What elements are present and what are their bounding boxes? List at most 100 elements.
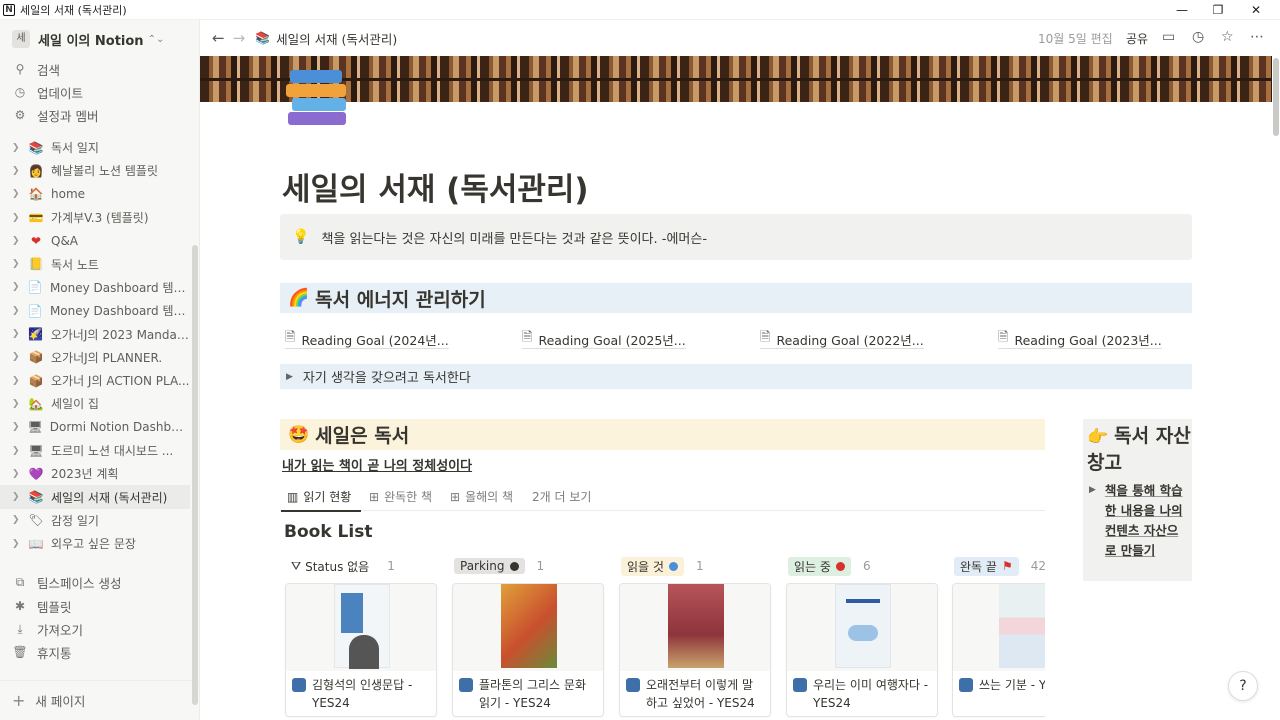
sidebar-page[interactable]: ❯ 📒 독서 노트 <box>0 252 190 275</box>
book-cover <box>453 584 603 671</box>
reading-heading[interactable]: 🤩 세일은 독서 <box>280 419 1045 450</box>
chevron-right-icon[interactable]: ❯ <box>12 492 22 502</box>
share-button[interactable]: 공유 <box>1126 30 1148 47</box>
sidebar-page[interactable]: ❯ 🏠 home <box>0 183 190 206</box>
minimize-button[interactable]: — <box>1164 0 1200 20</box>
sidebar-page[interactable]: ❯ 📄 Money Dashboard 템플... <box>0 276 190 299</box>
more-icon[interactable]: ⋯ <box>1250 29 1264 45</box>
chevron-right-icon[interactable]: ❯ <box>12 376 22 386</box>
sidebar-updates[interactable]: ◷ 업데이트 <box>12 81 83 103</box>
side-heading[interactable]: 👉 독서 자산창고 <box>1087 423 1192 476</box>
workspace-switcher[interactable]: 세 세일 이의 Notion ⌃⌄ <box>12 28 164 50</box>
star-icon[interactable]: ☆ <box>1221 29 1234 45</box>
toggle-triangle-icon[interactable]: ▶ <box>1089 485 1096 561</box>
sidebar-page-label: home <box>51 187 86 202</box>
page-books-icon[interactable] <box>286 68 348 130</box>
page-title[interactable]: 세일의 서재 (독서관리) <box>282 164 589 209</box>
goal-link[interactable]: 🗎 Reading Goal (2025년... <box>522 330 686 349</box>
chevron-right-icon[interactable]: ❯ <box>12 446 22 456</box>
help-button[interactable]: ? <box>1228 671 1258 701</box>
sidebar-page[interactable]: ❯ 📄 Money Dashboard 템플... <box>0 299 190 322</box>
history-icon[interactable]: ◷ <box>1192 29 1204 45</box>
breadcrumb[interactable]: 세일의 서재 (독서관리) <box>276 29 397 48</box>
tab-more-views[interactable]: 2개 더 보기 <box>532 488 591 505</box>
sidebar-page-active[interactable]: ❯ 📚 세일의 서재 (독서관리) <box>0 485 190 509</box>
chevron-right-icon[interactable]: ❯ <box>12 282 22 292</box>
book-card[interactable]: 쓰는 기분 - YES24 <box>952 583 1045 717</box>
sidebar-divider <box>0 680 200 681</box>
sidebar-create-teamspace[interactable]: ⧉ 팀스페이스 생성 <box>12 571 122 593</box>
sidebar-trash[interactable]: 🗑 휴지통 <box>12 641 71 663</box>
sidebar-page[interactable]: ❯ 🏷 감정 일기 <box>0 509 190 532</box>
chevron-right-icon[interactable]: ❯ <box>12 143 22 153</box>
bookmark-icon <box>793 678 807 692</box>
chevron-right-icon[interactable]: ❯ <box>12 352 22 362</box>
column-count: 1 <box>695 559 704 573</box>
chevron-right-icon[interactable]: ❯ <box>12 329 22 339</box>
sidebar-page[interactable]: ❯ 💳 가계부V.3 (템플릿) <box>0 206 190 229</box>
tab-books-of-year[interactable]: ⊞ 올해의 책 <box>450 488 513 505</box>
sidebar-page[interactable]: ❯ 🏡 세일이 집 <box>0 392 190 415</box>
database-title[interactable]: Book List <box>284 522 372 542</box>
reading-subtitle[interactable]: 내가 읽는 책이 곧 나의 정체성이다 <box>282 455 472 474</box>
tab-label: 읽기 현황 <box>303 490 352 504</box>
chevron-right-icon[interactable]: ❯ <box>12 469 22 479</box>
sidebar-page[interactable]: ❯ 🖥 Dormi Notion Dashboa... <box>0 416 190 439</box>
book-card[interactable]: 우리는 이미 여행자다 - YES24 <box>786 583 938 717</box>
sidebar-page-label: 외우고 싶은 문장 <box>51 537 136 552</box>
tab-finished-books[interactable]: ⊞ 완독한 책 <box>369 488 432 505</box>
goal-link[interactable]: 🗎 Reading Goal (2023년... <box>998 330 1162 349</box>
book-card[interactable]: 오래전부터 이렇게 말하고 싶었어 - YES24 <box>619 583 771 717</box>
sidebar-page[interactable]: ❯ 💜 2023년 계획 <box>0 462 190 485</box>
main-scrollbar[interactable] <box>1273 58 1279 136</box>
chevron-right-icon[interactable]: ❯ <box>12 213 22 223</box>
sidebar-scrollbar[interactable] <box>192 245 198 705</box>
chevron-right-icon[interactable]: ❯ <box>12 306 22 316</box>
quote-text[interactable]: 책을 읽는다는 것은 자신의 미래를 만든다는 것과 같은 뜻이다. -에머슨- <box>321 228 707 247</box>
goal-link[interactable]: 🗎 Reading Goal (2024년... <box>285 330 449 349</box>
sidebar-page[interactable]: ❯ 📦 오가너 J의 ACTION PLA... <box>0 369 190 392</box>
page-icon: 🏡 <box>28 396 44 411</box>
sidebar-page[interactable]: ❯ ❤ Q&A <box>0 229 190 252</box>
board-column-header[interactable]: 완독 끝 ⚑ 42 <box>954 556 1046 576</box>
energy-toggle[interactable]: ▶ 자기 생각을 갖으려고 독서한다 <box>280 364 1192 389</box>
sidebar-page[interactable]: ❯ 👩 혜날볼리 노션 템플릿 <box>0 159 190 182</box>
chevron-right-icon[interactable]: ❯ <box>12 166 22 176</box>
sidebar-page[interactable]: ❯ 📦 오가너J의 PLANNER. <box>0 346 190 369</box>
sidebar-page[interactable]: ❯ 🌠 오가너J의 2023 Mandal... <box>0 322 190 345</box>
book-card[interactable]: 플라톤의 그리스 문화 읽기 - YES24 <box>452 583 604 717</box>
sidebar-page[interactable]: ❯ 📚 독서 일지 <box>0 136 190 159</box>
book-card[interactable]: 김형석의 인생문답 - YES24 <box>285 583 437 717</box>
forward-arrow-icon[interactable]: → <box>233 29 246 47</box>
comment-icon[interactable]: ▭ <box>1162 29 1175 45</box>
chevron-right-icon[interactable]: ❯ <box>12 189 22 199</box>
board-column-header[interactable]: Parking 1 <box>454 557 544 575</box>
sidebar-search[interactable]: ⚲ 검색 <box>12 58 60 80</box>
chevron-right-icon[interactable]: ❯ <box>12 515 22 525</box>
tab-reading-status[interactable]: ▥ 읽기 현황 <box>287 488 351 505</box>
chevron-right-icon[interactable]: ❯ <box>12 259 22 269</box>
sidebar-import[interactable]: ⤓ 가져오기 <box>12 618 83 640</box>
page-cover-image <box>200 56 1272 102</box>
goal-link[interactable]: 🗎 Reading Goal (2022년... <box>760 330 924 349</box>
new-page-button[interactable]: + 새 페이지 <box>12 690 85 710</box>
chevron-right-icon[interactable]: ❯ <box>12 236 22 246</box>
chevron-right-icon[interactable]: ❯ <box>12 422 22 432</box>
column-count: 1 <box>387 559 395 573</box>
toggle-triangle-icon[interactable]: ▶ <box>286 372 293 382</box>
back-arrow-icon[interactable]: ← <box>212 29 225 47</box>
sidebar-templates[interactable]: ✱ 템플릿 <box>12 595 72 617</box>
close-window-button[interactable]: ✕ <box>1238 0 1274 20</box>
sidebar-page[interactable]: ❯ 📖 외우고 싶은 문장 <box>0 532 190 555</box>
maximize-button[interactable]: ❐ <box>1200 0 1236 20</box>
chevron-right-icon[interactable]: ❯ <box>12 539 22 549</box>
document-icon: 🗎 <box>285 330 296 345</box>
side-toggle[interactable]: ▶ 책을 통해 학습한 내용을 나의 컨텐츠 자산으로 만들기 <box>1089 481 1189 561</box>
board-column-header[interactable]: 읽을 것 1 <box>621 556 704 576</box>
chevron-right-icon[interactable]: ❯ <box>12 399 22 409</box>
energy-heading[interactable]: 🌈 독서 에너지 관리하기 <box>280 283 1192 313</box>
board-column-header[interactable]: 읽는 중 6 <box>788 556 871 576</box>
sidebar-settings[interactable]: ⚙ 설정과 멤버 <box>12 104 99 126</box>
sidebar-page[interactable]: ❯ 🖥 도르미 노션 대시보드 ... <box>0 439 190 462</box>
board-column-header[interactable]: ⛛ Status 없음 1 <box>285 557 395 575</box>
